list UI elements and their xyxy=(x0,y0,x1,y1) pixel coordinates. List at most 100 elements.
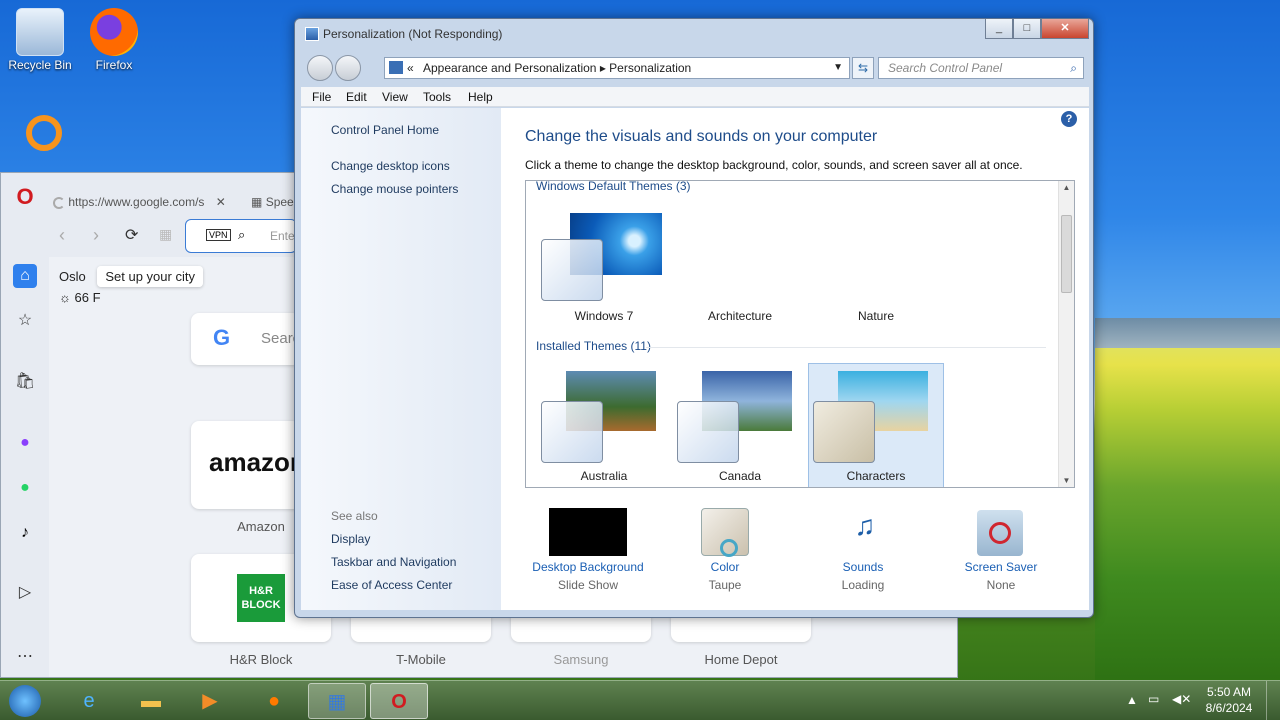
taskbar: e ▬ ▶ ● ▦ O ▲ ▭ ◀✕ 5:50 AM 8/6/2024 xyxy=(0,680,1280,720)
network-icon[interactable]: ▭ xyxy=(1148,692,1159,706)
opera-tab-speed-dial[interactable]: ▦ Spee xyxy=(251,187,297,217)
back-button[interactable] xyxy=(307,55,333,81)
link-change-desktop-icons[interactable]: Change desktop icons xyxy=(331,159,450,173)
google-search-box[interactable]: G Searc xyxy=(191,313,301,365)
desktop-icon-recycle-bin[interactable]: Recycle Bin xyxy=(0,8,80,72)
media-player-icon[interactable]: ▶ xyxy=(183,683,237,719)
volume-muted-icon[interactable]: ◀✕ xyxy=(1172,692,1191,706)
file-explorer-icon[interactable]: ▬ xyxy=(124,683,178,719)
forward-icon[interactable]: › xyxy=(93,225,99,246)
wallpaper-hills xyxy=(1095,318,1280,348)
home-icon[interactable]: ⌂ xyxy=(13,264,37,288)
desktop-icon-app[interactable] xyxy=(4,115,84,153)
player-icon[interactable]: ▷ xyxy=(13,581,37,605)
messenger-icon[interactable]: ● xyxy=(13,431,37,455)
internet-explorer-icon[interactable]: e xyxy=(62,683,116,719)
characters-color-thumb xyxy=(813,401,875,463)
bottom-desktop-background[interactable]: Desktop Background Slide Show xyxy=(528,560,648,592)
breadcrumb-personalization[interactable]: Personalization xyxy=(609,61,691,75)
sounds-link[interactable]: Sounds xyxy=(803,560,923,574)
group-installed-themes: Installed Themes (11) xyxy=(536,339,651,353)
bottom-sounds[interactable]: Sounds Loading xyxy=(803,560,923,592)
more-icon[interactable]: ⋯ xyxy=(13,645,37,669)
theme-architecture[interactable]: Architecture xyxy=(680,309,800,323)
star-icon[interactable]: ☆ xyxy=(13,309,37,333)
theme-canada[interactable]: Canada xyxy=(680,469,800,483)
page-subheading: Click a theme to change the desktop back… xyxy=(525,158,1023,172)
show-hidden-icons[interactable]: ▲ xyxy=(1126,693,1138,707)
menu-tools[interactable]: Tools xyxy=(423,90,451,104)
back-icon[interactable]: ‹ xyxy=(59,225,65,246)
menu-edit[interactable]: Edit xyxy=(346,90,367,104)
main-pane: ? Change the visuals and sounds on your … xyxy=(501,108,1089,610)
bottom-color[interactable]: Color Taupe xyxy=(665,560,785,592)
whatsapp-icon[interactable]: ● xyxy=(13,476,37,500)
minimize-button[interactable]: _ xyxy=(985,19,1013,39)
start-button[interactable] xyxy=(0,683,50,719)
scroll-thumb[interactable] xyxy=(1061,215,1072,293)
loading-icon xyxy=(53,196,65,209)
dropdown-arrow-icon[interactable]: ▼ xyxy=(833,58,843,78)
theme-windows7[interactable]: Windows 7 xyxy=(544,309,664,323)
breadcrumb-arrow-icon: ▸ xyxy=(599,61,610,75)
menu-file[interactable]: File xyxy=(312,90,331,104)
personalization-window: Personalization (Not Responding) _ □ ✕ «… xyxy=(294,18,1094,618)
link-taskbar-navigation[interactable]: Taskbar and Navigation xyxy=(331,555,456,569)
link-control-panel-home[interactable]: Control Panel Home xyxy=(331,123,439,137)
theme-nature[interactable]: Nature xyxy=(816,309,936,323)
scroll-down-icon[interactable]: ▼ xyxy=(1059,476,1074,485)
forward-button[interactable] xyxy=(335,55,361,81)
breadcrumb-appearance[interactable]: Appearance and Personalization xyxy=(423,61,596,75)
tiktok-icon[interactable]: ♪ xyxy=(13,521,37,545)
bag-icon[interactable]: 🛍 xyxy=(13,370,37,394)
theme-characters[interactable]: Characters xyxy=(816,469,936,483)
bottom-screen-saver[interactable]: Screen Saver None xyxy=(941,560,1061,592)
control-panel-taskbar-icon[interactable]: ▦ xyxy=(308,683,366,719)
link-display[interactable]: Display xyxy=(331,532,370,546)
desktop-background-link[interactable]: Desktop Background xyxy=(528,560,648,574)
clock[interactable]: 5:50 AM 8/6/2024 xyxy=(1200,685,1258,715)
theme-list[interactable]: Windows Default Themes (3) Windows 7 Arc… xyxy=(525,180,1075,488)
desktop-icon-firefox[interactable]: Firefox xyxy=(74,8,154,72)
opera-logo-icon[interactable]: O xyxy=(13,185,37,209)
link-ease-of-access[interactable]: Ease of Access Center xyxy=(331,578,452,592)
menu-help[interactable]: Help xyxy=(468,90,493,104)
address-bar[interactable]: « Appearance and Personalization ▸ Perso… xyxy=(384,57,850,79)
tiles-icon[interactable]: ▦ xyxy=(159,226,172,243)
weather-tooltip[interactable]: Set up your city xyxy=(97,266,203,287)
busy-cursor-icon xyxy=(720,539,738,557)
show-desktop-button[interactable] xyxy=(1266,681,1280,720)
opera-tab-google[interactable]: https://www.google.com/s ✕ xyxy=(53,187,243,217)
windows7-color-thumb xyxy=(541,239,603,301)
hr-block-logo: H&R BLOCK xyxy=(237,574,285,622)
tile-label-tmobile: T-Mobile xyxy=(396,652,446,667)
firefox-taskbar-icon[interactable]: ● xyxy=(247,683,301,719)
help-icon[interactable]: ? xyxy=(1061,111,1077,127)
color-link[interactable]: Color xyxy=(665,560,785,574)
search-control-panel-input[interactable]: Search Control Panel ⌕ xyxy=(878,57,1084,79)
maximize-button[interactable]: □ xyxy=(1013,19,1041,39)
theme-scrollbar[interactable]: ▲ ▼ xyxy=(1058,181,1074,487)
theme-australia[interactable]: Australia xyxy=(544,469,664,483)
reload-icon[interactable]: ⟳ xyxy=(125,225,138,245)
screen-saver-link[interactable]: Screen Saver xyxy=(941,560,1061,574)
control-panel-icon xyxy=(305,27,319,41)
opera-taskbar-icon[interactable]: O xyxy=(370,683,428,719)
menu-view[interactable]: View xyxy=(382,90,408,104)
screen-saver-icon[interactable] xyxy=(977,510,1023,556)
opera-address-bar[interactable]: VPN ⌕ Ente xyxy=(185,219,297,253)
weather-widget[interactable]: Oslo Set up your city ☼ 66 F xyxy=(59,266,203,305)
wallpaper-field xyxy=(1095,320,1280,690)
color-thumb[interactable] xyxy=(701,508,749,557)
close-button[interactable]: ✕ xyxy=(1041,19,1089,39)
tab-close-icon[interactable]: ✕ xyxy=(216,195,226,209)
link-change-mouse-pointers[interactable]: Change mouse pointers xyxy=(331,182,458,196)
windows-logo-icon xyxy=(9,685,41,717)
sounds-icon[interactable]: ♫ xyxy=(841,510,889,556)
tile-label-samsung: Samsung xyxy=(553,652,609,667)
tile-amazon[interactable]: amazon xyxy=(191,421,306,509)
desktop-background-thumb[interactable] xyxy=(549,508,627,556)
scroll-up-icon[interactable]: ▲ xyxy=(1059,183,1074,192)
refresh-button[interactable]: ⇆ xyxy=(852,57,874,79)
vpn-badge[interactable]: VPN xyxy=(206,229,231,241)
